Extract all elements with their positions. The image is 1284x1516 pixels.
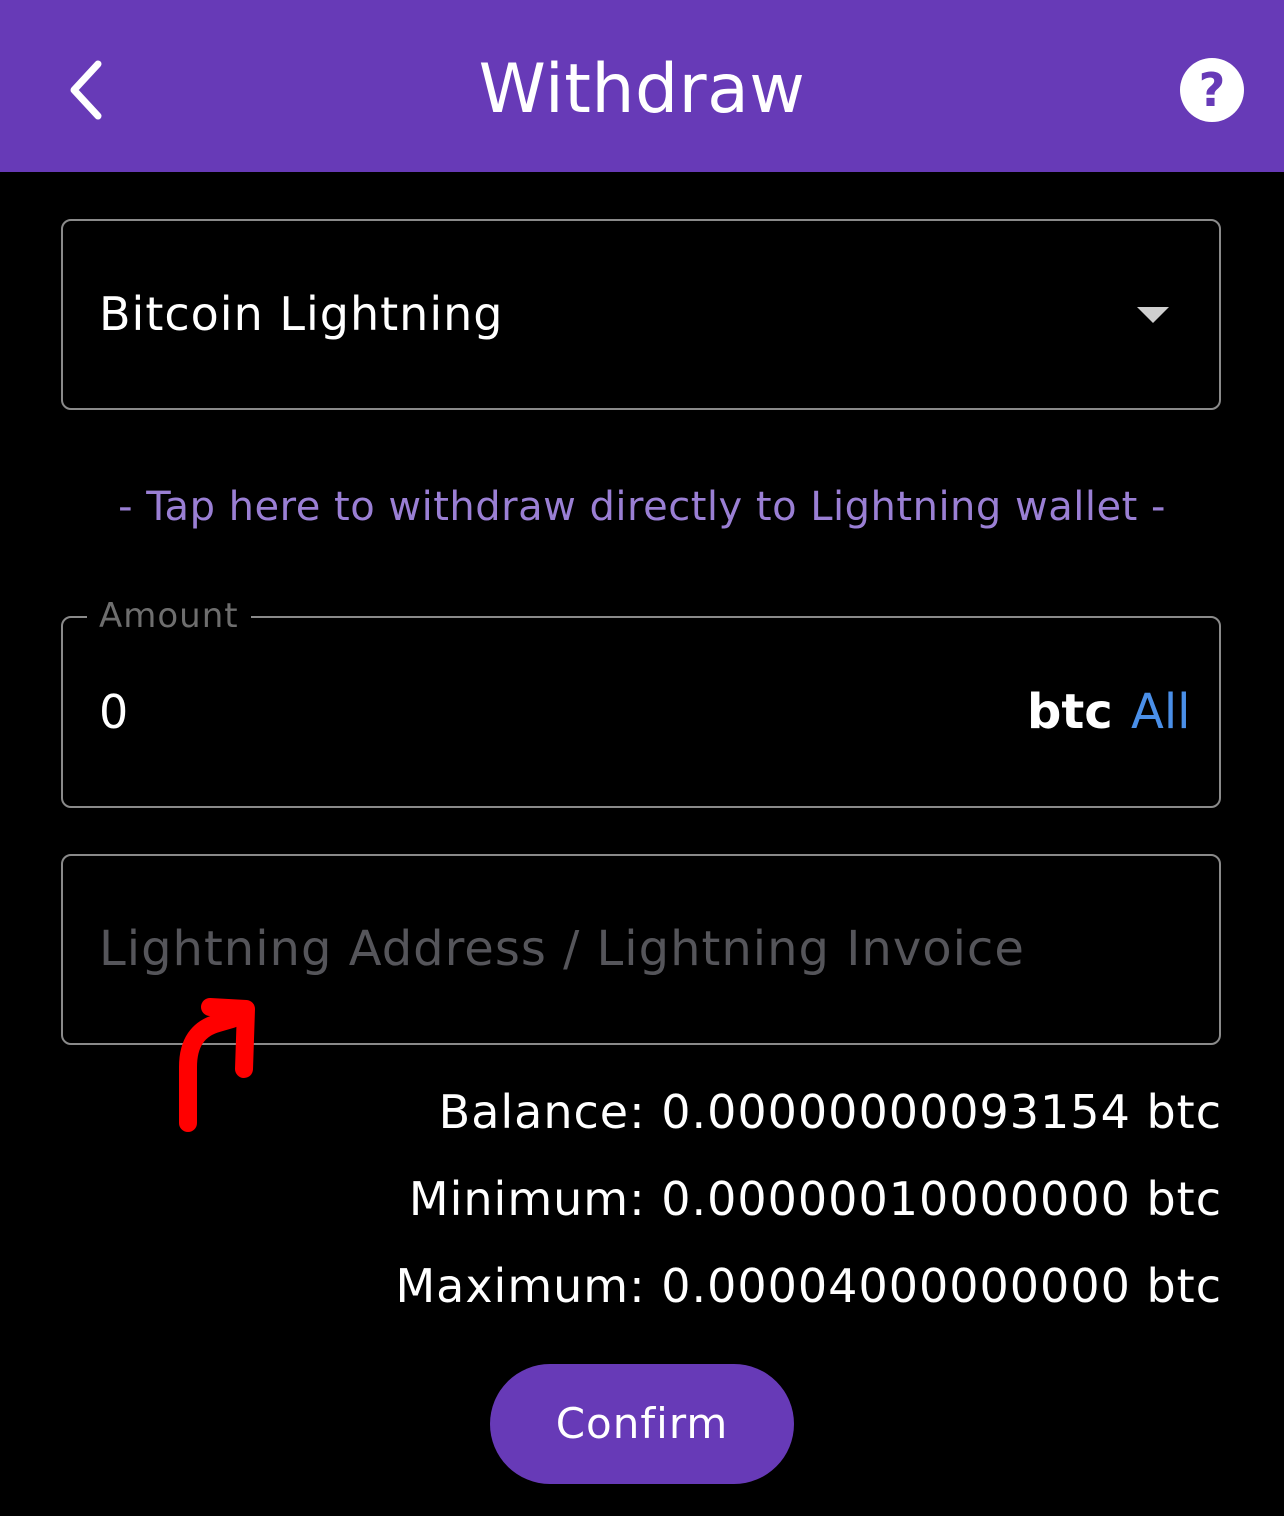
app-header: Withdraw ? — [0, 0, 1284, 172]
direct-withdraw-link[interactable]: - Tap here to withdraw directly to Light… — [0, 484, 1284, 530]
amount-unit: btc — [1027, 684, 1113, 740]
maximum-text: Maximum: 0.00004000000000 btc — [395, 1259, 1222, 1313]
network-select-value: Bitcoin Lightning — [99, 287, 504, 341]
amount-input[interactable] — [99, 618, 899, 806]
minimum-text: Minimum: 0.00000010000000 btc — [408, 1172, 1222, 1226]
confirm-button[interactable]: Confirm — [490, 1364, 794, 1484]
question-circle-icon[interactable]: ? — [1180, 58, 1244, 122]
caret-down-icon — [1137, 307, 1169, 323]
amount-field[interactable]: Amount btc All — [61, 596, 1221, 808]
network-select[interactable]: Bitcoin Lightning — [61, 219, 1221, 410]
all-button[interactable]: All — [1131, 618, 1191, 806]
red-arrow-annotation-icon — [179, 998, 255, 1132]
page-title: Withdraw — [478, 50, 806, 129]
withdraw-screen: Withdraw ? Bitcoin Lightning - Tap here … — [0, 0, 1284, 1516]
balance-text: Balance: 0.00000000093154 btc — [438, 1085, 1222, 1139]
